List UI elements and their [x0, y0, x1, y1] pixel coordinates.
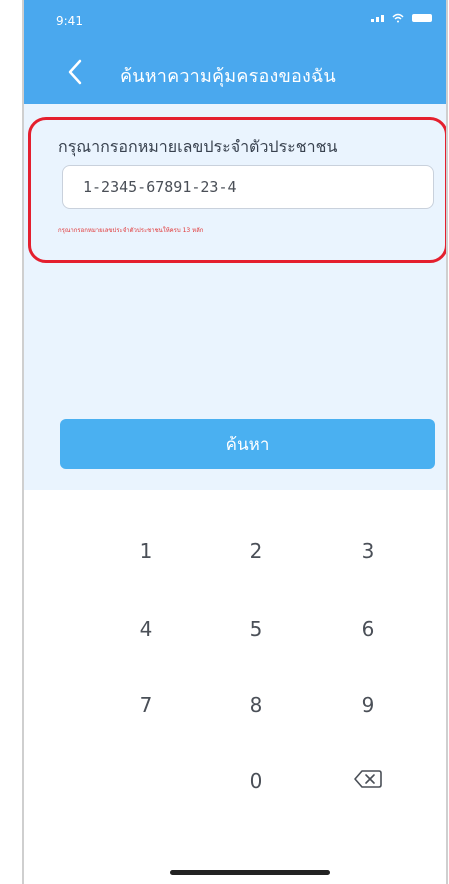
phone-screen: 9:41 ค้นหาความคุ้มครองของฉัน กรุณากรอกหม…	[22, 0, 448, 884]
battery-icon	[412, 14, 432, 22]
home-indicator	[170, 870, 330, 875]
status-icons	[371, 13, 432, 23]
key-6[interactable]: 6	[338, 609, 398, 649]
key-5[interactable]: 5	[226, 609, 286, 649]
wifi-icon	[392, 13, 404, 23]
id-label: กรุณากรอกหมายเลขประจำตัวประชาชน	[58, 137, 338, 156]
key-9[interactable]: 9	[338, 685, 398, 725]
backspace-icon[interactable]	[338, 761, 398, 801]
search-button[interactable]: ค้นหา	[60, 419, 435, 469]
signal-icon	[371, 14, 384, 22]
id-number-input[interactable]	[62, 165, 434, 209]
key-4[interactable]: 4	[116, 609, 176, 649]
backspace-glyph	[354, 769, 382, 788]
chevron-left-icon[interactable]	[64, 58, 88, 86]
page-title: ค้นหาความคุ้มครองของฉัน	[120, 66, 336, 87]
key-2[interactable]: 2	[226, 531, 286, 571]
key-0[interactable]: 0	[226, 761, 286, 801]
key-8[interactable]: 8	[226, 685, 286, 725]
key-7[interactable]: 7	[116, 685, 176, 725]
error-message: กรุณากรอกหมายเลขประจำตัวประชาชนให้ครบ 13…	[58, 227, 204, 234]
app-header: 9:41 ค้นหาความคุ้มครองของฉัน	[24, 0, 446, 104]
key-3[interactable]: 3	[338, 531, 398, 571]
key-1[interactable]: 1	[116, 531, 176, 571]
status-time: 9:41	[56, 14, 83, 28]
